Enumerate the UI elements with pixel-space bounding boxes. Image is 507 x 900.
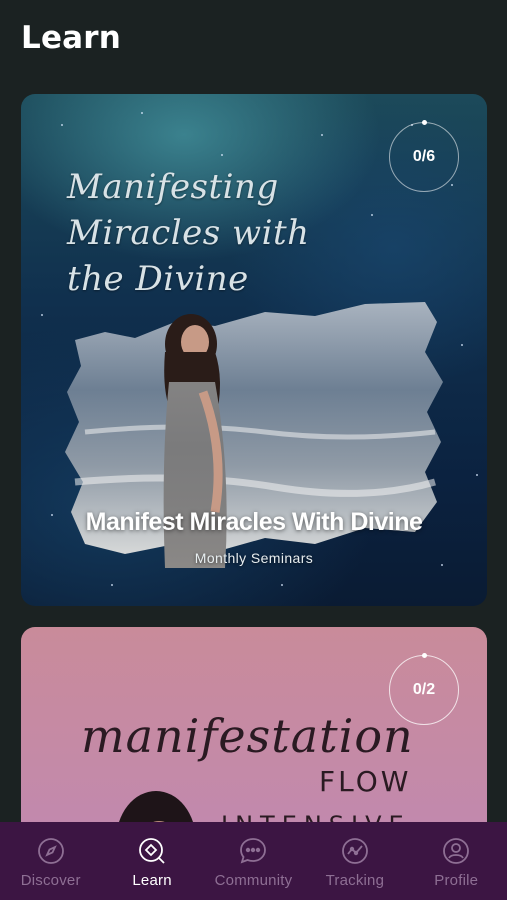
tab-discover[interactable]: Discover [0, 836, 101, 889]
tab-profile[interactable]: Profile [406, 836, 507, 889]
tab-label: Community [214, 872, 293, 889]
bottom-tab-bar: Discover Learn Community Tracking Profil… [0, 822, 507, 900]
tracking-chart-icon [340, 836, 370, 866]
user-circle-icon [441, 836, 471, 866]
tab-label: Discover [20, 872, 81, 889]
cover-line: Manifesting [67, 167, 279, 207]
progress-indicator: 0/6 [389, 120, 459, 192]
progress-label: 0/2 [412, 681, 436, 698]
progress-indicator: 0/2 [389, 653, 459, 725]
tab-label: Learn [132, 872, 172, 889]
learn-icon [137, 836, 167, 866]
course-card[interactable]: Manifesting Miracles with the Divine 0/6… [21, 94, 487, 606]
progress-dot [422, 653, 427, 658]
page-title: Learn [21, 20, 122, 56]
learn-screen: Learn Manifesting Miracles with the Divi… [0, 0, 507, 900]
course-subtitle: Monthly Seminars [194, 550, 314, 566]
cover-art-subtitle: FLOW [319, 765, 412, 798]
chat-bubble-icon [238, 836, 268, 866]
tab-community[interactable]: Community [203, 836, 304, 889]
compass-icon [36, 836, 66, 866]
tab-label: Tracking [325, 872, 385, 889]
tab-tracking[interactable]: Tracking [304, 836, 405, 889]
cover-art-title: manifestation [81, 709, 414, 763]
tab-learn[interactable]: Learn [102, 836, 203, 889]
cover-line: Miracles with [67, 213, 310, 253]
progress-dot [422, 120, 427, 125]
progress-label: 0/6 [412, 148, 436, 165]
course-title: Manifest Miracles With Divine [85, 508, 423, 536]
tab-label: Profile [434, 872, 479, 889]
